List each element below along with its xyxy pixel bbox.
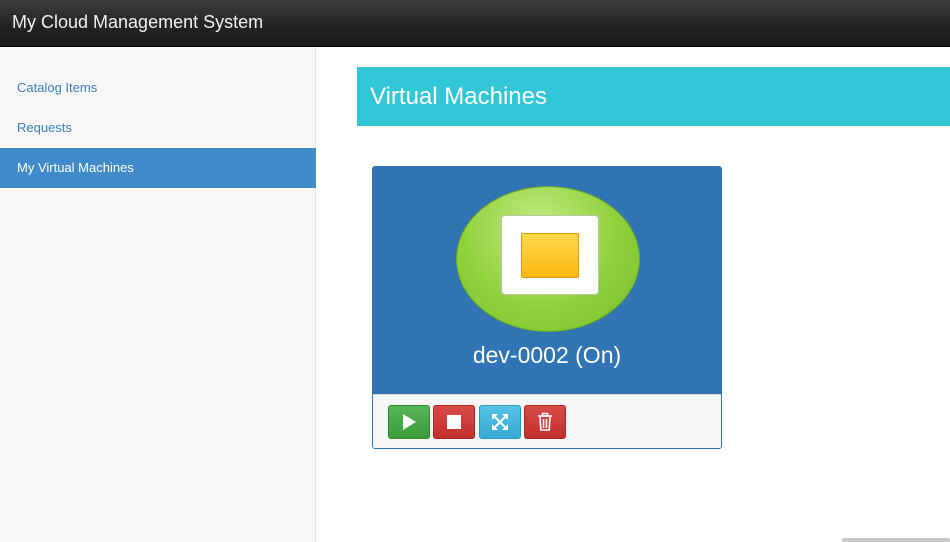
sidebar-item-my-virtual-machines[interactable]: My Virtual Machines	[0, 148, 316, 188]
stop-icon	[447, 415, 461, 429]
sidebar-item-catalog-items[interactable]: Catalog Items	[0, 68, 316, 108]
trash-icon	[538, 412, 552, 431]
vm-card: dev-0002 (On)	[372, 166, 722, 449]
sidebar: Catalog Items Requests My Virtual Machin…	[0, 47, 316, 542]
top-navbar: My Cloud Management System	[0, 0, 950, 47]
fullscreen-button[interactable]	[479, 405, 521, 439]
delete-button[interactable]	[524, 405, 566, 439]
page-header: Virtual Machines	[357, 67, 950, 126]
play-icon	[403, 414, 416, 430]
vm-screen-display	[521, 233, 579, 278]
sidebar-item-requests[interactable]: Requests	[0, 108, 316, 148]
vm-monitor-icon	[456, 186, 640, 332]
stop-button[interactable]	[433, 405, 475, 439]
vm-screen	[501, 215, 599, 295]
page-title: Virtual Machines	[370, 83, 547, 110]
vm-name: dev-0002 (On)	[472, 342, 622, 368]
start-button[interactable]	[388, 405, 430, 439]
app-title[interactable]: My Cloud Management System	[12, 11, 263, 33]
fullscreen-icon	[491, 413, 509, 431]
vm-card-body: dev-0002 (On)	[373, 167, 721, 394]
scrollbar[interactable]	[842, 538, 950, 542]
vm-actions	[373, 394, 721, 448]
